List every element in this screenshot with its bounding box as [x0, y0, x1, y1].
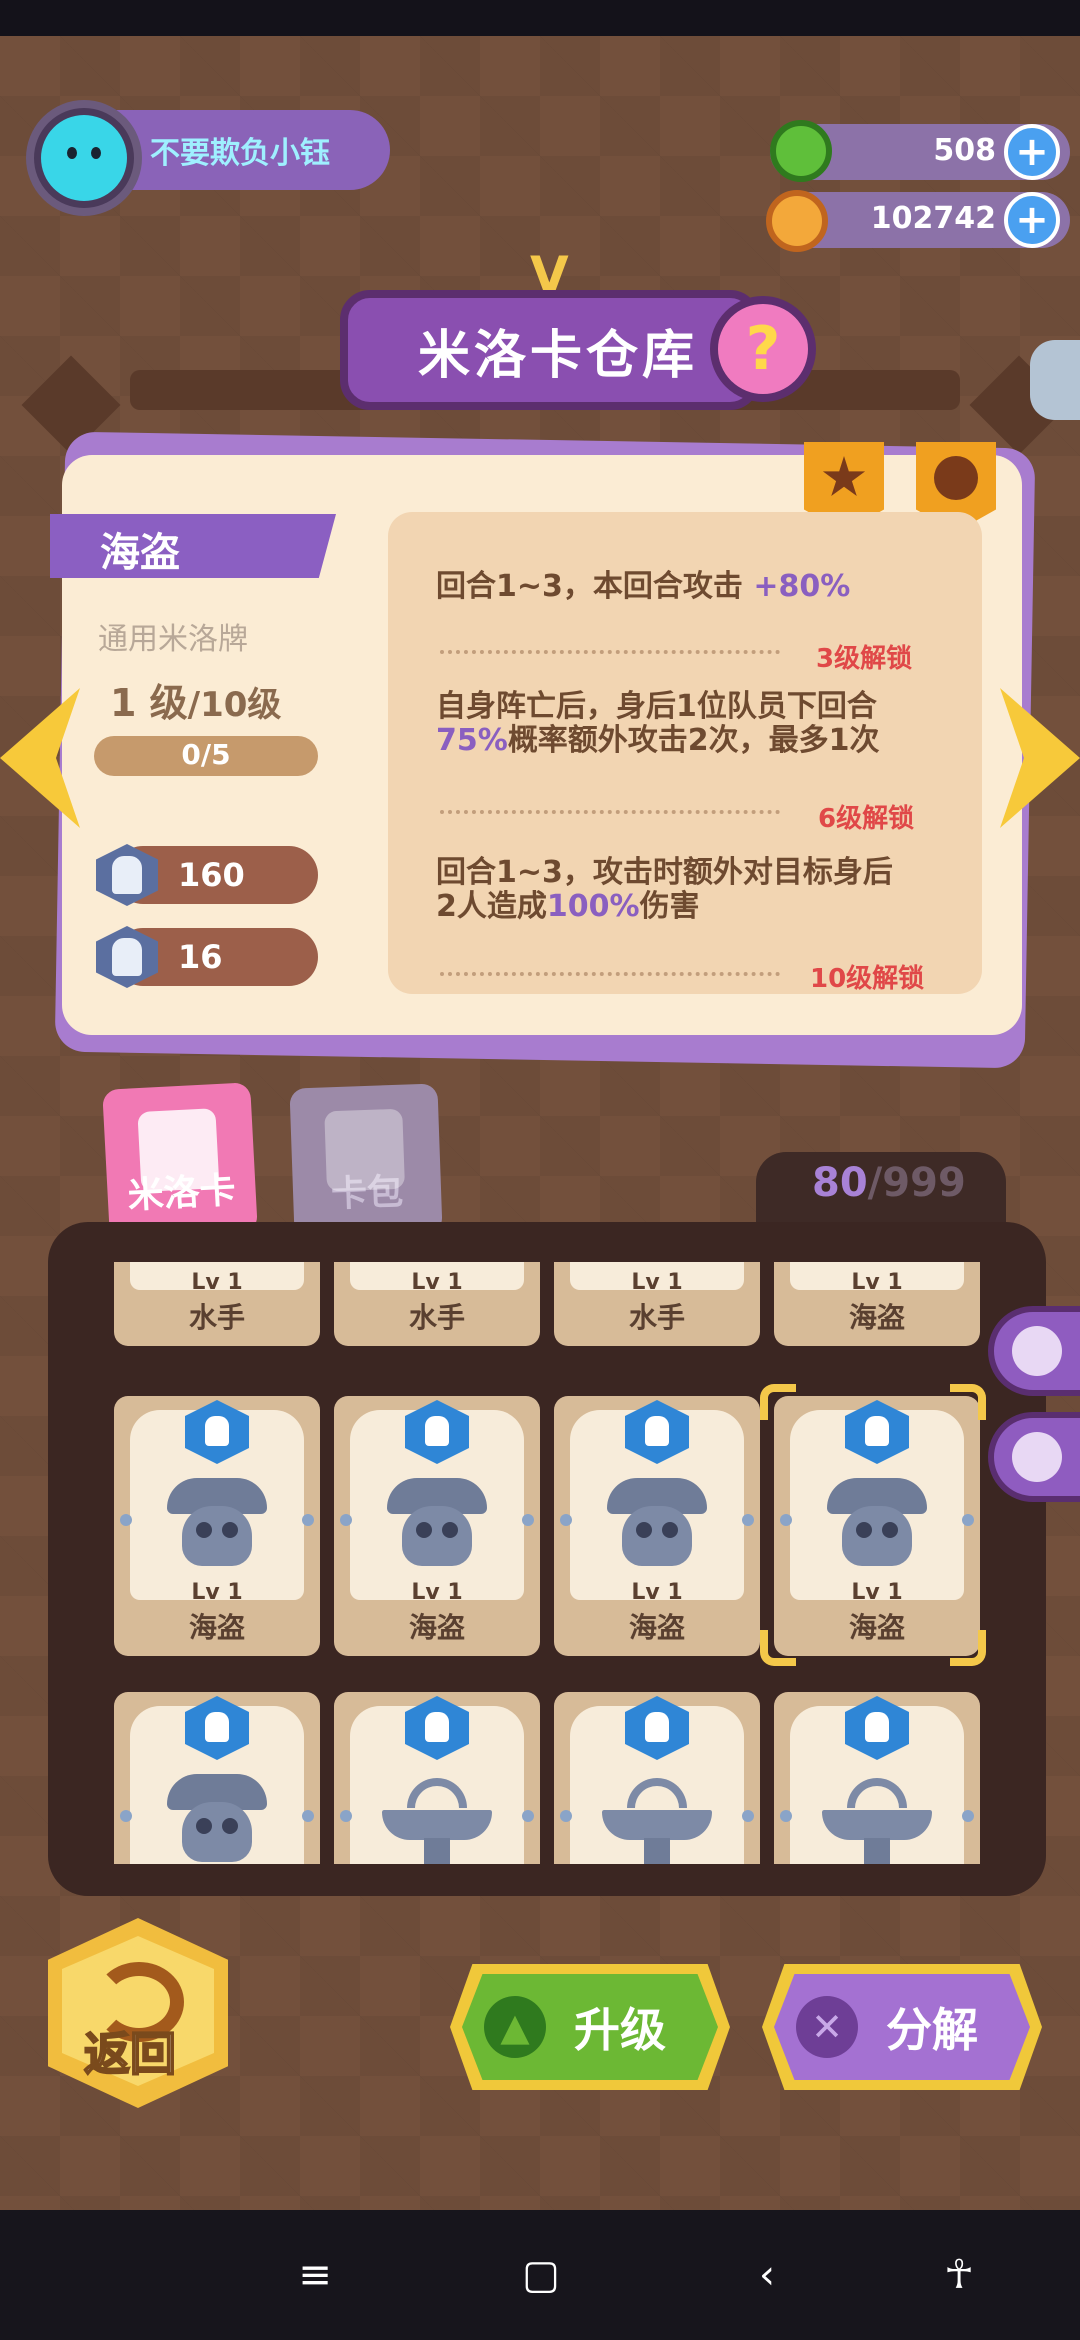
inventory-card[interactable]: Lv 1 水手	[334, 1262, 540, 1346]
card-level-max: /10级	[187, 685, 282, 725]
card-level-current: 1 级	[110, 681, 188, 725]
star-icon	[822, 456, 866, 497]
divider	[440, 972, 780, 976]
cat-face-icon	[41, 115, 127, 201]
card-level-label: Lv 1	[191, 1580, 243, 1605]
selection-corner	[950, 1630, 986, 1666]
menu-icon[interactable]: ≡	[290, 2250, 340, 2300]
card-level-label: Lv 1	[851, 1580, 903, 1605]
add-gem-button[interactable]: +	[1004, 124, 1060, 180]
home-icon[interactable]: ▢	[516, 2250, 566, 2300]
exp-text: 0/5	[181, 738, 231, 771]
avatar[interactable]	[26, 100, 142, 216]
title-banner: 米洛卡仓库	[340, 290, 760, 410]
defense-value: 16	[178, 938, 223, 976]
lock-icon	[934, 456, 978, 500]
card-name-label: 海盗	[188, 1611, 245, 1644]
card-name-label: 水手	[408, 1301, 465, 1334]
inventory-card[interactable]: Lv 1 海盗	[114, 1396, 320, 1656]
card-level-label: Lv 1	[411, 1580, 463, 1605]
card-name-label: 海盗	[408, 1611, 465, 1644]
card-name-label: 海盗	[628, 1611, 685, 1644]
up-arrow-icon: ▲	[484, 1996, 546, 2058]
close-x-icon: ✕	[796, 1996, 858, 2058]
inventory-card[interactable]	[554, 1692, 760, 1864]
green-gem-icon	[770, 120, 832, 182]
card-name-label: 水手	[628, 1301, 685, 1334]
back-label[interactable]: 返回	[83, 2018, 177, 2084]
selection-corner	[760, 1384, 796, 1420]
inventory-grid[interactable]: Lv 1 水手 Lv 1 水手 Lv 1 水手 Lv 1 海盗 Lv 1 海盗 …	[110, 1262, 990, 1864]
card-name: 海盗	[100, 530, 180, 576]
inventory-count: 80/999	[812, 1160, 966, 1206]
status-bar	[0, 0, 1080, 36]
scissors-icon[interactable]	[1030, 340, 1080, 420]
pirate-skull-icon	[182, 1506, 252, 1566]
decompose-label: 分解	[886, 2003, 978, 2057]
card-type: 通用米洛牌	[98, 622, 248, 657]
skill-2-text: 自身阵亡后，身后1位队员下回合75%概率额外攻击2次，最多1次	[436, 689, 880, 758]
upgrade-button[interactable]: ▲ 升级	[450, 1964, 730, 2090]
currency-coin-value: 102742	[870, 201, 996, 236]
system-nav-bar: ≡ ▢ ‹ ☥	[0, 2210, 1080, 2340]
inventory-card[interactable]: Lv 1 水手	[114, 1262, 320, 1346]
pirate-skull-icon	[182, 1802, 252, 1862]
card-name-label: 水手	[188, 1301, 245, 1334]
inventory-card[interactable]	[774, 1692, 980, 1864]
card-level-label: Lv 1	[851, 1270, 903, 1295]
skill-1-unlock: 3级解锁	[816, 644, 913, 674]
attack-value: 160	[178, 856, 245, 894]
sort-icon	[1012, 1432, 1062, 1482]
pirate-skull-icon	[622, 1506, 692, 1566]
back-nav-icon[interactable]: ‹	[742, 2250, 792, 2300]
card-level: 1 级/10级	[110, 672, 281, 727]
skill-2-unlock: 6级解锁	[818, 804, 915, 834]
accessibility-icon[interactable]: ☥	[934, 2250, 984, 2300]
decompose-button[interactable]: ✕ 分解	[762, 1964, 1042, 2090]
pirate-skull-icon	[842, 1506, 912, 1566]
card-paw-icon	[137, 1108, 220, 1193]
inventory-card-selected[interactable]: Lv 1 海盗	[774, 1396, 980, 1656]
username: 不要欺负小钰	[150, 136, 330, 171]
planet-coin-icon	[766, 190, 828, 252]
selection-corner	[760, 1630, 796, 1666]
tab-milo-card[interactable]: 米洛卡	[102, 1082, 258, 1240]
card-level-label: Lv 1	[411, 1270, 463, 1295]
skill-3-unlock: 10级解锁	[810, 964, 925, 994]
currency-gem-value: 508	[933, 133, 996, 168]
inventory-card[interactable]: Lv 1 海盗	[554, 1396, 760, 1656]
filter-button[interactable]	[988, 1306, 1080, 1396]
help-button[interactable]: ?	[710, 296, 816, 402]
card-level-label: Lv 1	[631, 1270, 683, 1295]
sort-button[interactable]	[988, 1412, 1080, 1502]
filter-icon	[1012, 1326, 1062, 1376]
selection-corner	[950, 1384, 986, 1420]
add-coin-button[interactable]: +	[1004, 192, 1060, 248]
tab-card-pack[interactable]: 卡包	[289, 1083, 443, 1239]
pirate-skull-icon	[402, 1506, 472, 1566]
inventory-card[interactable]: Lv 1 海盗	[774, 1262, 980, 1346]
upgrade-label: 升级	[574, 2003, 666, 2057]
divider	[440, 650, 780, 654]
card-name-label: 海盗	[848, 1301, 905, 1334]
inventory-card[interactable]: Lv 1 海盗	[334, 1396, 540, 1656]
page-title: 米洛卡仓库	[418, 325, 699, 386]
inventory-card[interactable]	[114, 1692, 320, 1864]
inventory-card[interactable]	[334, 1692, 540, 1864]
divider	[440, 810, 780, 814]
card-level-label: Lv 1	[631, 1580, 683, 1605]
card-level-label: Lv 1	[191, 1270, 243, 1295]
inventory-card[interactable]: Lv 1 水手	[554, 1262, 760, 1346]
card-name-ribbon	[50, 514, 336, 578]
card-pack-icon	[324, 1108, 405, 1192]
skill-1-text: 回合1~3，本回合攻击 +80%	[436, 569, 851, 604]
skill-3-text: 回合1~3，攻击时额外对目标身后2人造成100%伤害	[436, 855, 893, 924]
